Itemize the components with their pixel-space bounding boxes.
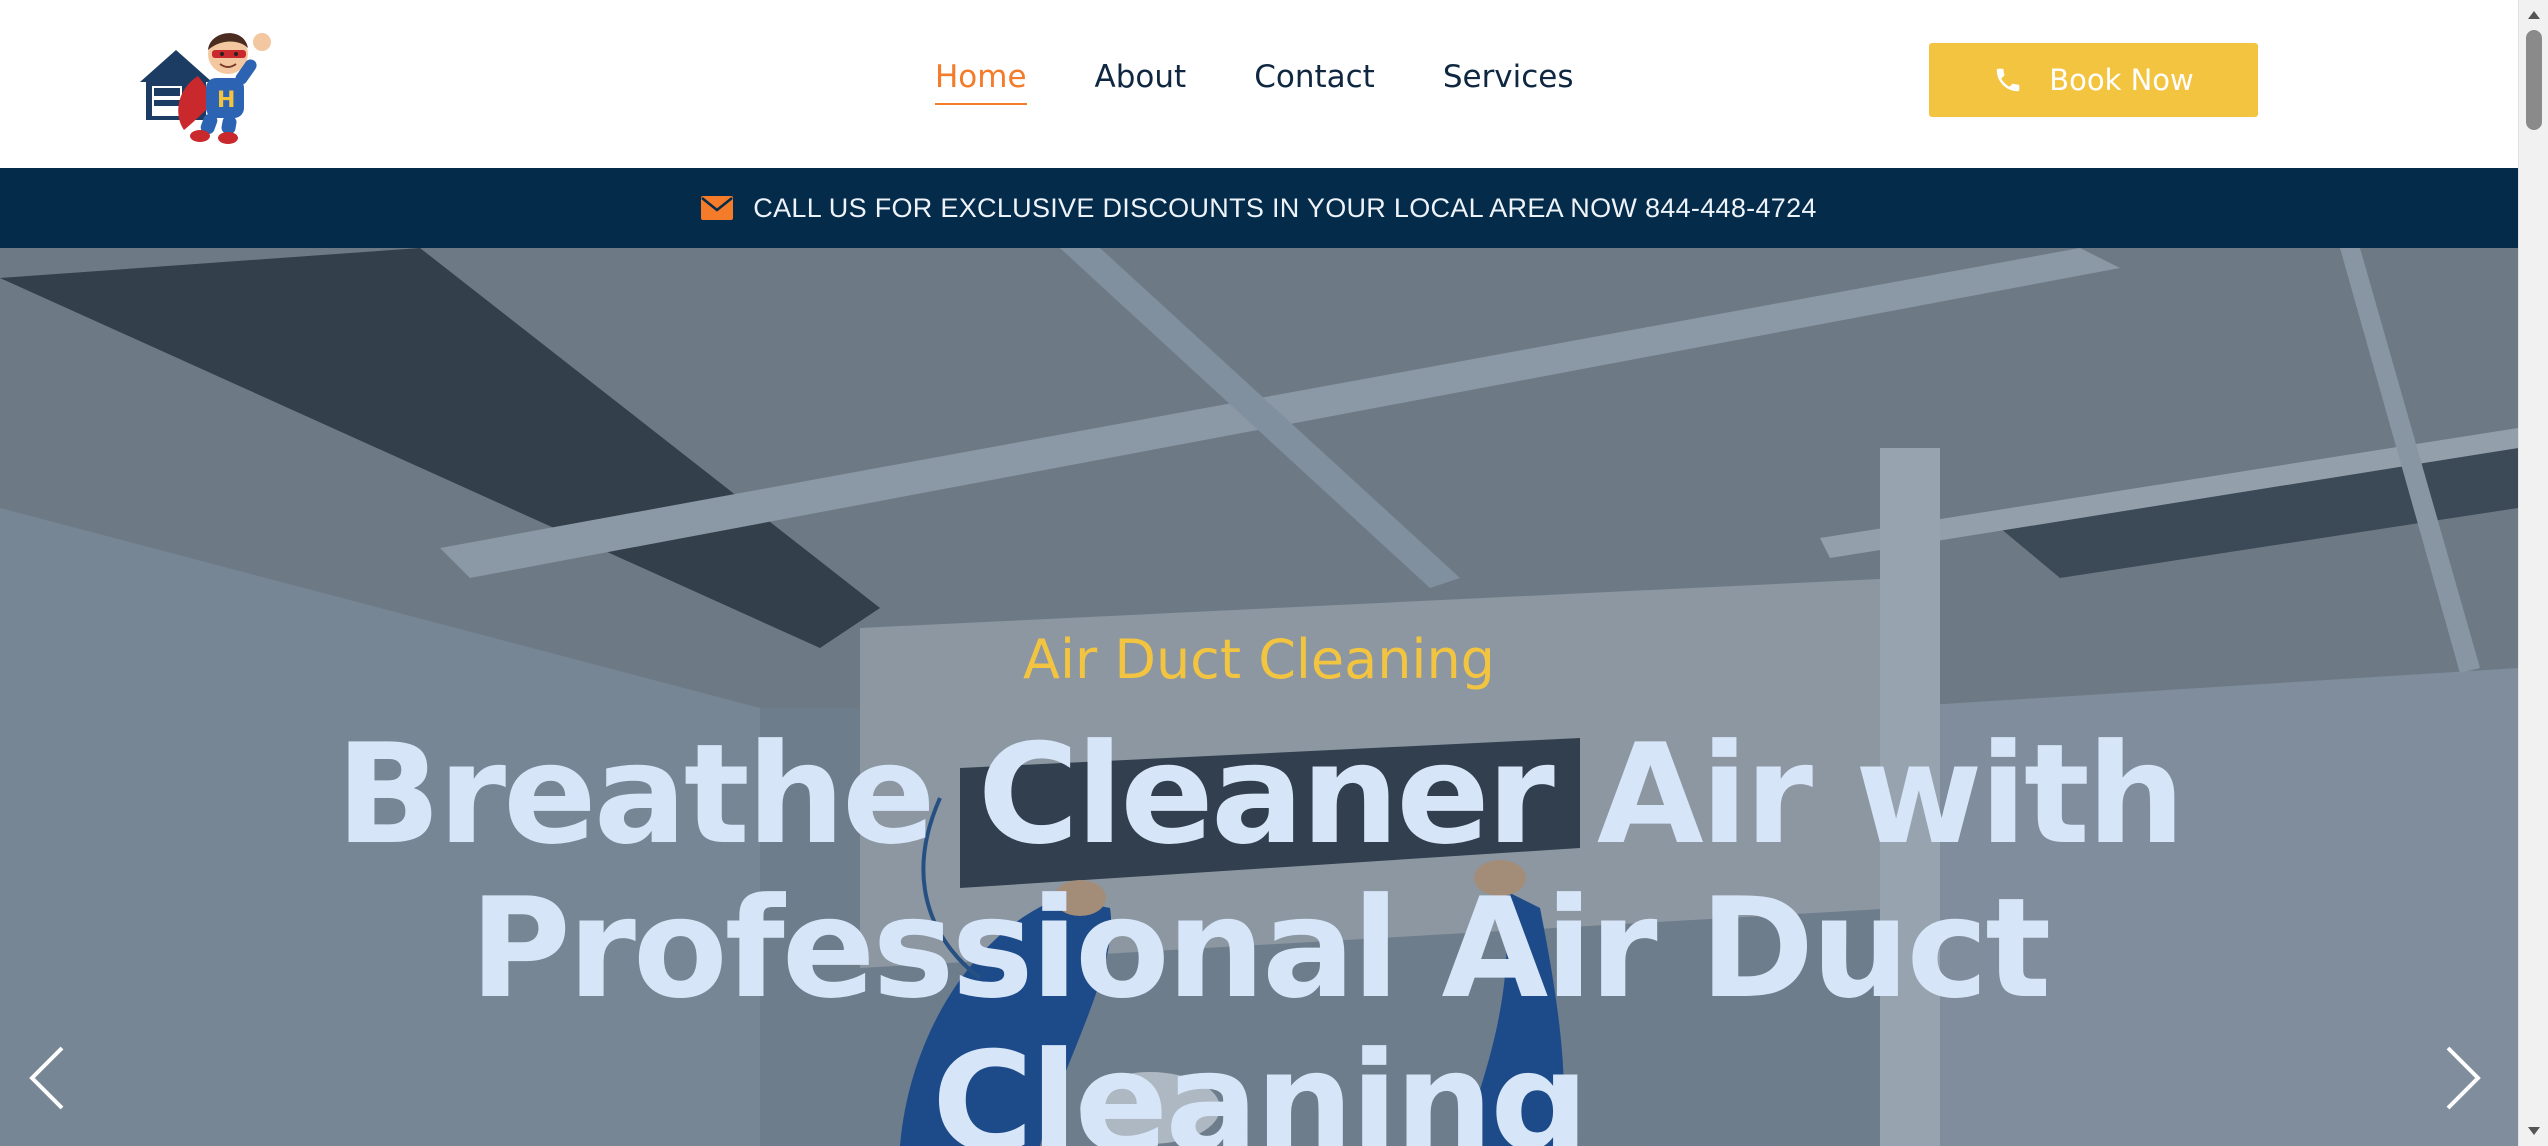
scroll-down-arrow-icon: [2528, 1127, 2540, 1135]
envelope-icon: [701, 196, 734, 220]
page-scrollbar[interactable]: [2518, 0, 2548, 1146]
site-logo[interactable]: H: [136, 20, 284, 144]
promo-bar: CALL US FOR EXCLUSIVE DISCOUNTS IN YOUR …: [0, 168, 2518, 248]
promo-text: CALL US FOR EXCLUSIVE DISCOUNTS IN YOUR …: [753, 192, 1817, 223]
nav-home[interactable]: Home: [935, 59, 1027, 105]
nav-contact[interactable]: Contact: [1254, 59, 1375, 105]
nav-services[interactable]: Services: [1443, 59, 1574, 105]
nav-about[interactable]: About: [1095, 59, 1187, 105]
hero-title: Breathe Cleaner Air with Professional Ai…: [335, 714, 2185, 1146]
phone-icon: [1996, 68, 2020, 92]
site-header: H Home About Contact Services Book Now: [0, 0, 2518, 168]
hero-subtitle: Air Duct Cleaning: [1023, 628, 1495, 691]
scroll-down-button[interactable]: [2519, 1116, 2548, 1146]
scroll-thumb[interactable]: [2526, 30, 2542, 130]
book-now-button[interactable]: Book Now: [1929, 43, 2258, 117]
main-nav: Home About Contact Services: [935, 56, 1574, 108]
scroll-up-button[interactable]: [2519, 0, 2548, 30]
hero-slider: Air Duct Cleaning Breathe Cleaner Air wi…: [0, 248, 2518, 1146]
scroll-up-arrow-icon: [2528, 11, 2540, 19]
chevron-left-icon: [29, 1046, 64, 1110]
svg-text:H: H: [217, 88, 235, 113]
slider-prev-button[interactable]: [18, 1038, 78, 1118]
book-now-label: Book Now: [2049, 63, 2194, 97]
chevron-right-icon: [2446, 1046, 2481, 1110]
slider-next-button[interactable]: [2432, 1038, 2492, 1118]
superhero-house-logo-icon: H: [140, 33, 271, 144]
